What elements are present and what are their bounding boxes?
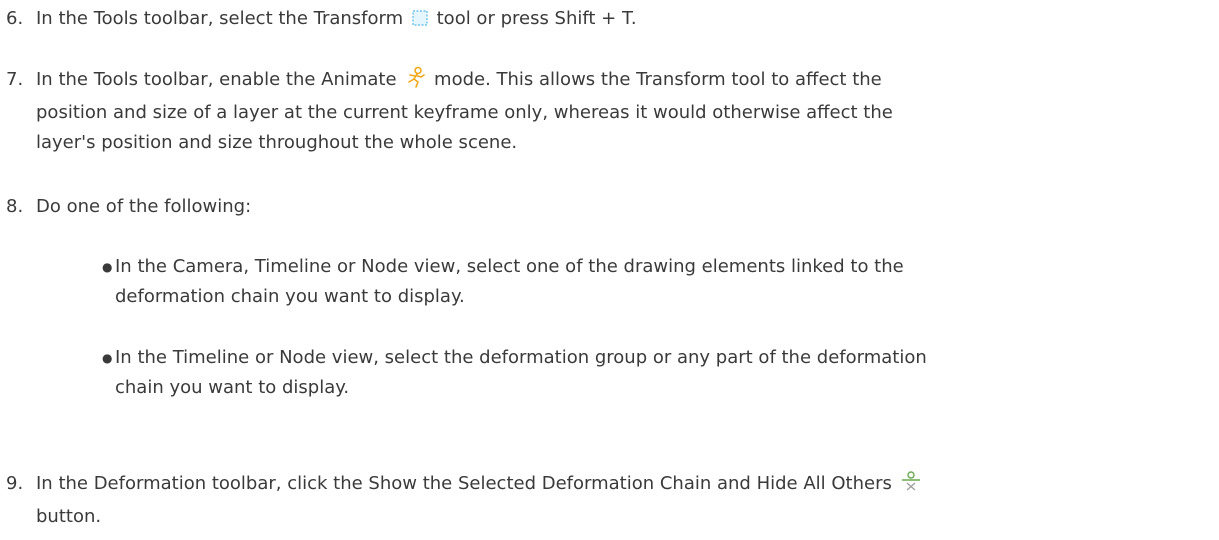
- step-text-part: mode. This allows the Transform tool to …: [434, 69, 882, 90]
- bullet-text: In the Timeline or Node view, select the…: [115, 343, 1205, 403]
- step-text-part: In the Tools toolbar, enable the Animate: [36, 69, 397, 90]
- step-text: Do one of the following:: [36, 192, 1176, 222]
- animate-mode-icon: [404, 66, 426, 98]
- bullet-text-line: In the Camera, Timeline or Node view, se…: [115, 256, 904, 277]
- step-number: 9.: [6, 473, 24, 494]
- bullet-text-line: chain you want to display.: [115, 377, 350, 398]
- show-selected-deformation-chain-icon: [900, 470, 922, 502]
- bullet-text-line: In the Timeline or Node view, select the…: [115, 347, 927, 368]
- step-text-line: Do one of the following:: [36, 196, 252, 217]
- step-text-part: tool or press Shift + T.: [436, 8, 637, 29]
- step-text-part: In the Deformation toolbar, click the Sh…: [36, 473, 892, 494]
- step-number: 6.: [6, 8, 24, 29]
- bullet-dot: ●: [102, 351, 113, 365]
- bullet-dot: ●: [102, 260, 113, 274]
- step-text-line: position and size of a layer at the curr…: [36, 102, 893, 123]
- step-text-line: layer's position and size throughout the…: [36, 132, 518, 153]
- step-text: In the Tools toolbar, select the Transfo…: [36, 4, 1176, 37]
- step-text: In the Deformation toolbar, click the Sh…: [36, 469, 1176, 532]
- bullet-text: In the Camera, Timeline or Node view, se…: [115, 252, 1205, 312]
- bullet-text-line: deformation chain you want to display.: [115, 286, 465, 307]
- step-text-part: In the Tools toolbar, select the Transfo…: [36, 8, 404, 29]
- step-text-line: button.: [36, 506, 102, 527]
- transform-tool-icon: [411, 7, 429, 37]
- step-text: In the Tools toolbar, enable the Animate…: [36, 65, 1176, 158]
- step-number: 8.: [6, 196, 24, 217]
- step-number: 7.: [6, 69, 24, 90]
